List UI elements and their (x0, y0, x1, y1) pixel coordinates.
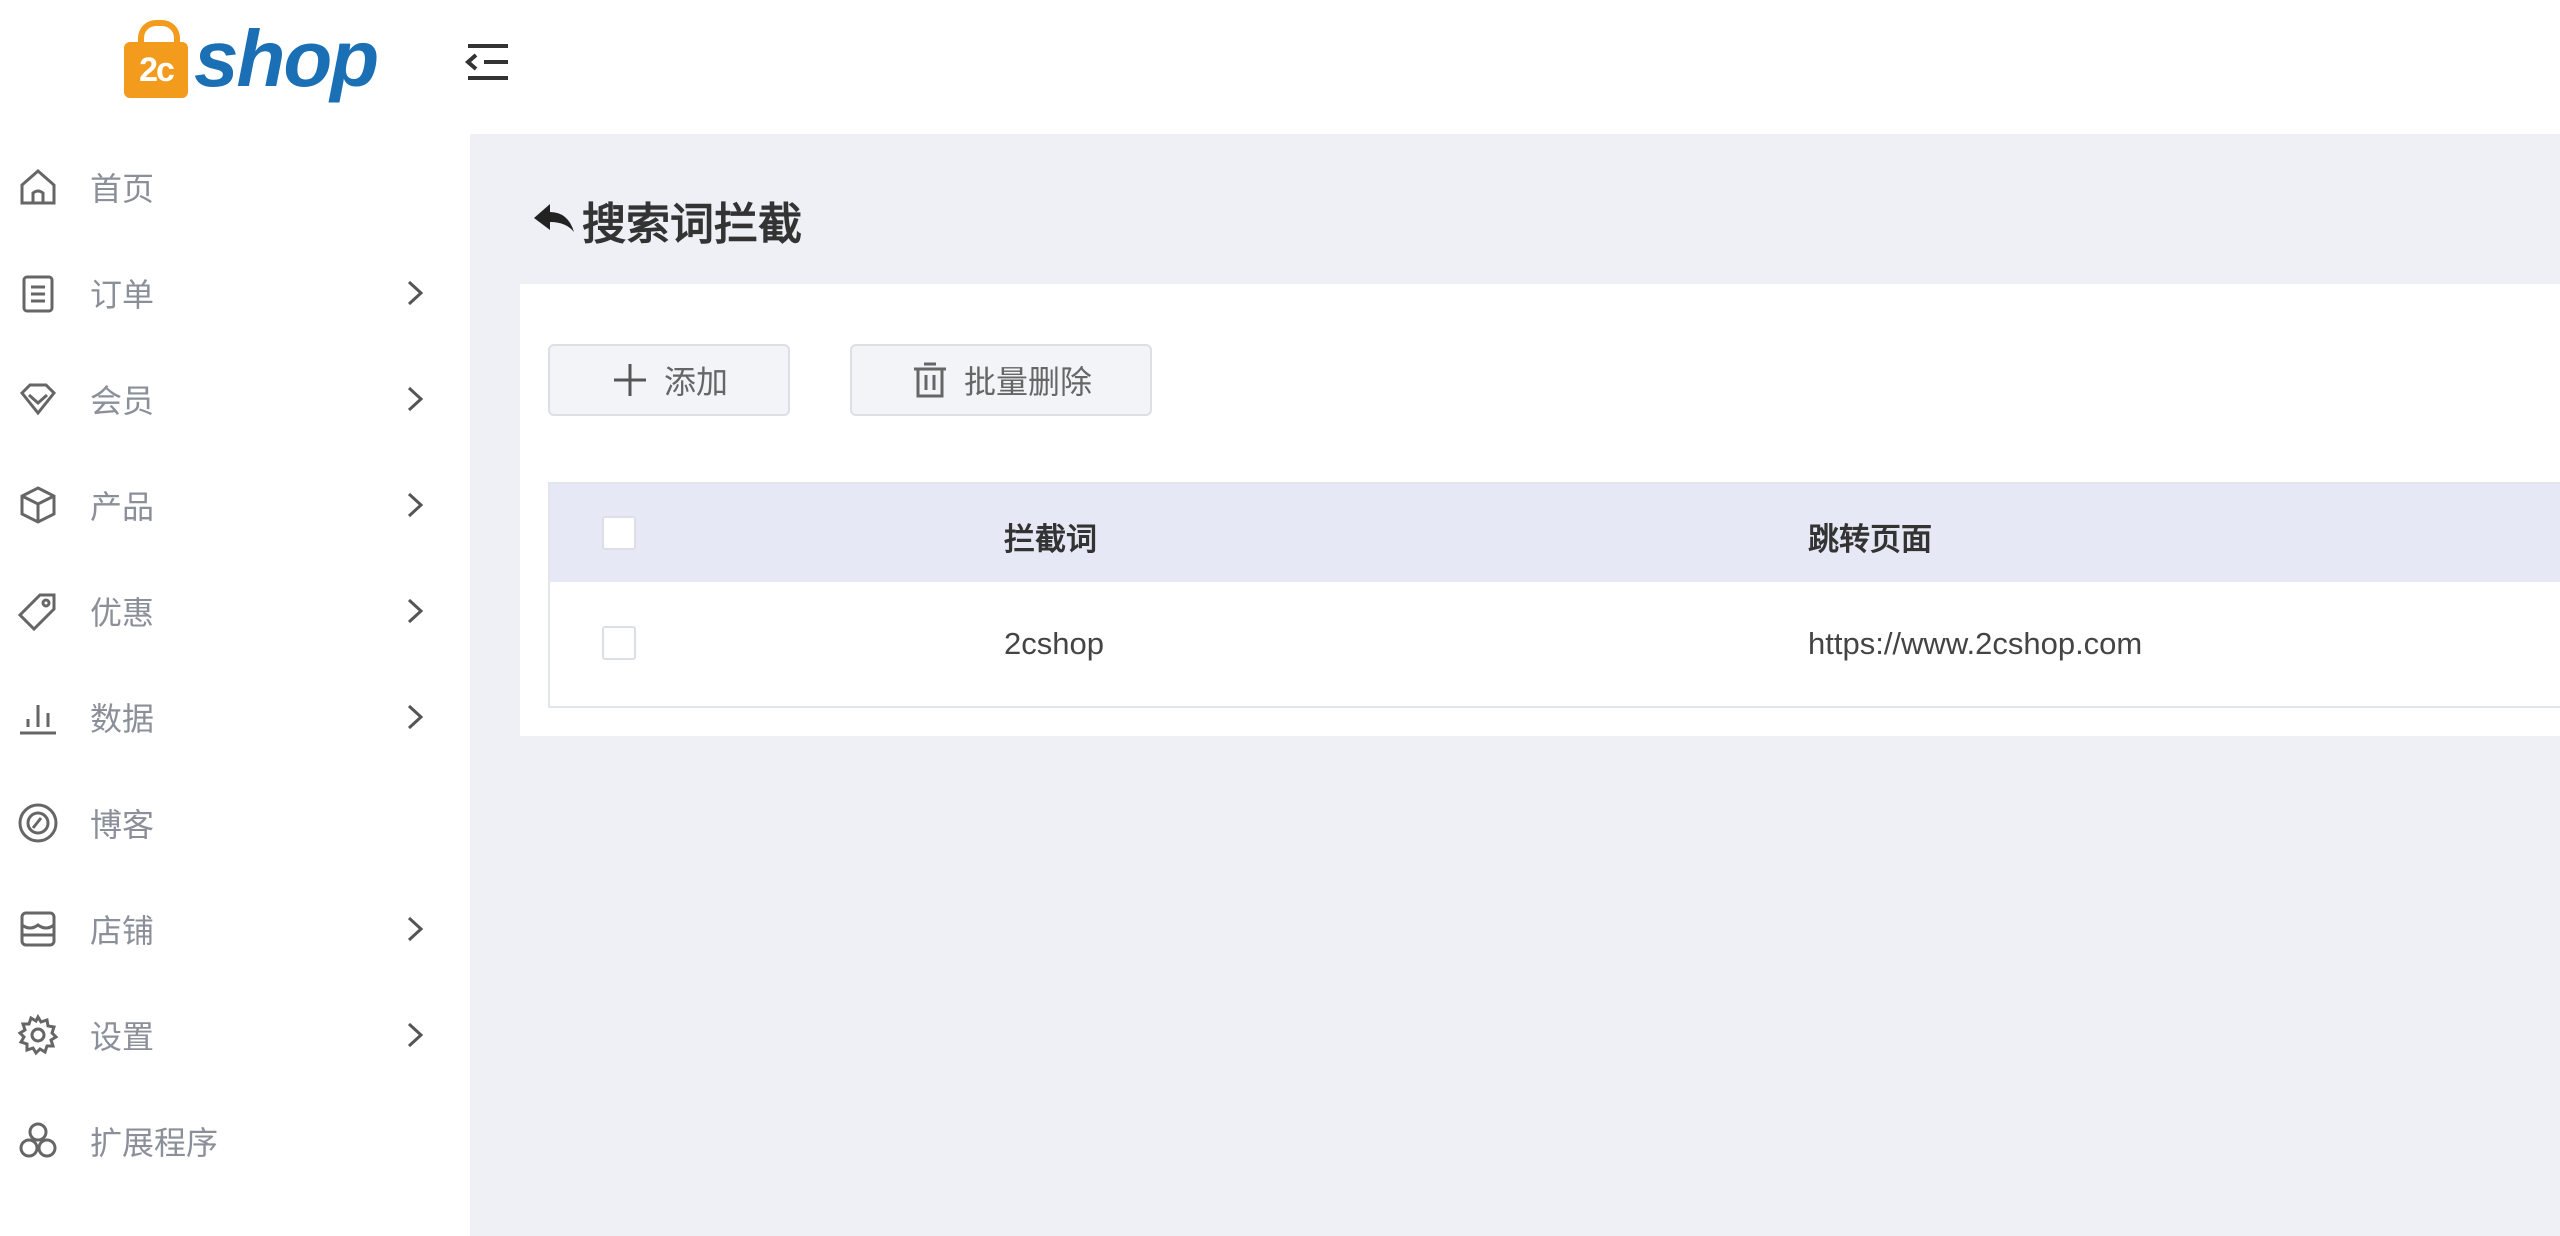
chevron-right-icon (407, 280, 424, 306)
sidebar-item-label: 首页 (90, 171, 155, 207)
chevron-right-icon (407, 916, 424, 942)
column-header-redirect[interactable]: 跳转页面 (1808, 514, 1932, 559)
sidebar-item-label: 数据 (90, 701, 155, 737)
sidebar-item-promotions[interactable]: 优惠 (0, 558, 470, 664)
page-title: 搜索词拦截 (582, 200, 802, 249)
sidebar-item-label: 设置 (90, 1019, 155, 1055)
logo-text: shop (194, 14, 379, 103)
select-all-checkbox[interactable] (602, 516, 636, 550)
clipboard-icon (14, 269, 62, 317)
add-button[interactable]: 添加 (548, 344, 790, 416)
sidebar-item-label: 会员 (90, 383, 155, 419)
sidebar: 首页 订单 会员 产品 优惠 数据 博客 店铺 设置 扩展程序 (0, 134, 470, 1236)
sidebar-item-products[interactable]: 产品 (0, 452, 470, 558)
sidebar-item-label: 扩展程序 (90, 1125, 219, 1161)
extensions-icon (14, 1117, 62, 1165)
bar-chart-icon (14, 693, 62, 741)
chevron-right-icon (407, 1022, 424, 1048)
sidebar-item-settings[interactable]: 设置 (0, 982, 470, 1088)
trash-icon (913, 362, 946, 398)
diamond-icon (14, 375, 62, 423)
redirect-cell: https://www.2cshop.com (1808, 626, 2143, 661)
logo[interactable]: 2c shop (124, 14, 379, 104)
chevron-right-icon (407, 492, 424, 518)
home-icon (14, 163, 62, 211)
logo-mark: 2c (124, 42, 188, 98)
back-arrow-icon[interactable] (530, 196, 578, 244)
top-bar: 2c shop (0, 0, 2560, 135)
intercept-table: 拦截词 跳转页面 2cshop https://www.2cshop.com (548, 482, 2560, 708)
sidebar-item-home[interactable]: 首页 (0, 134, 470, 240)
sidebar-item-label: 店铺 (90, 913, 155, 949)
tag-icon (14, 587, 62, 635)
chevron-right-icon (407, 386, 424, 412)
page-header: 搜索词拦截 (530, 190, 802, 250)
store-icon (14, 905, 62, 953)
bulk-delete-button[interactable]: 批量删除 (850, 344, 1152, 416)
keyword-cell: 2cshop (1004, 626, 1104, 661)
sidebar-item-label: 订单 (90, 277, 155, 313)
plus-icon (613, 364, 646, 396)
box-icon (14, 481, 62, 529)
sidebar-item-label: 产品 (90, 489, 155, 525)
table-header: 拦截词 跳转页面 (550, 484, 2560, 582)
main-content: 搜索词拦截 添加 批量删除 拦截词 跳转页面 2cshop https://ww… (470, 134, 2560, 1236)
shopping-bag-logo-icon: 2c (124, 20, 188, 98)
table-row[interactable]: 2cshop https://www.2cshop.com (550, 582, 2560, 706)
sidebar-item-members[interactable]: 会员 (0, 346, 470, 452)
blog-icon (14, 799, 62, 847)
sidebar-item-store[interactable]: 店铺 (0, 876, 470, 982)
add-button-label: 添加 (663, 364, 728, 400)
gear-icon (14, 1011, 62, 1059)
menu-collapse-icon[interactable] (462, 36, 514, 88)
column-header-keyword[interactable]: 拦截词 (1004, 514, 1097, 559)
sidebar-item-blog[interactable]: 博客 (0, 770, 470, 876)
sidebar-item-data[interactable]: 数据 (0, 664, 470, 770)
bulk-delete-button-label: 批量删除 (963, 364, 1092, 400)
sidebar-item-label: 博客 (90, 807, 155, 843)
chevron-right-icon (407, 704, 424, 730)
row-checkbox[interactable] (602, 626, 636, 660)
sidebar-item-extensions[interactable]: 扩展程序 (0, 1088, 470, 1194)
chevron-right-icon (407, 598, 424, 624)
sidebar-item-label: 优惠 (90, 595, 155, 631)
sidebar-item-orders[interactable]: 订单 (0, 240, 470, 346)
